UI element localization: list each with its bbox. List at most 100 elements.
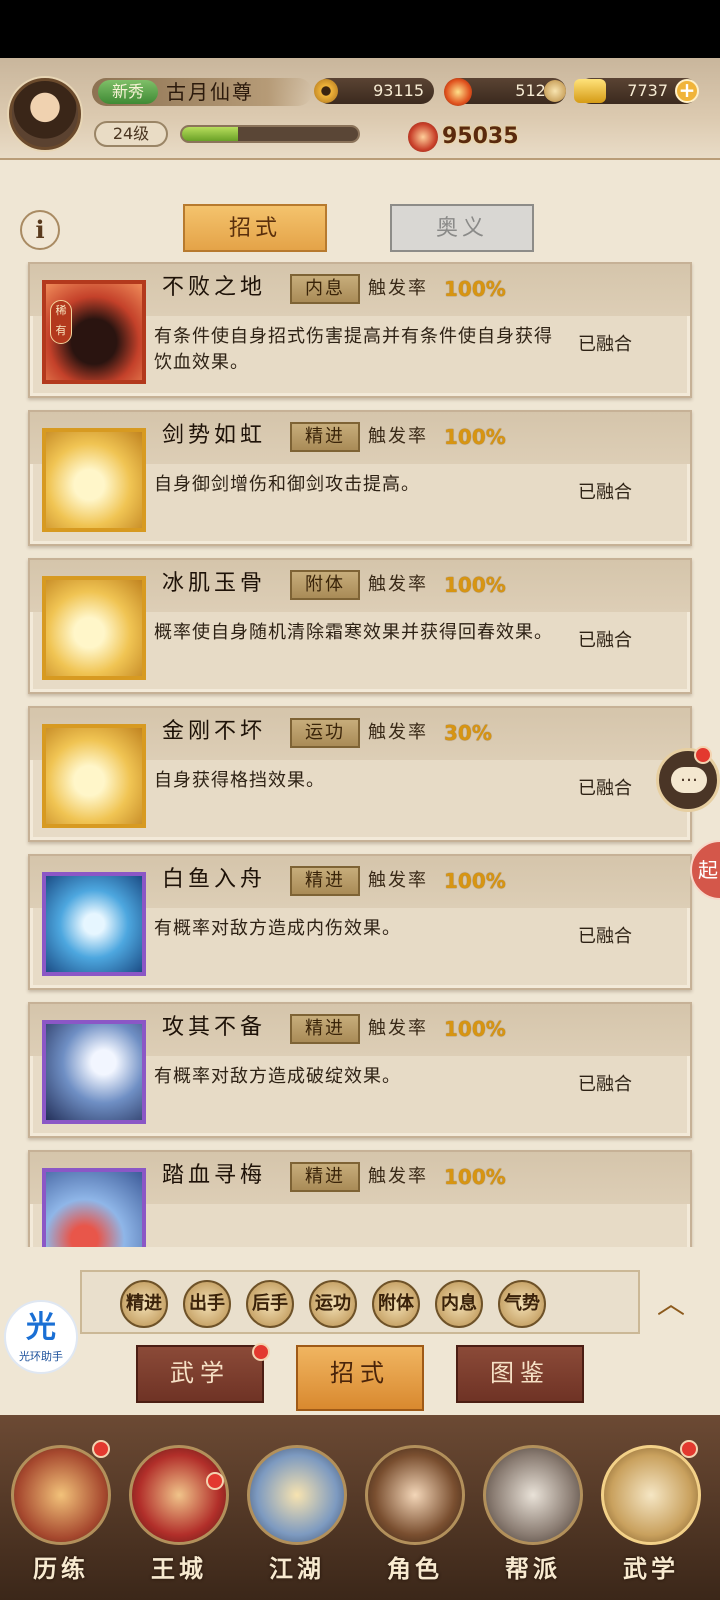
skill-name: 金刚不坏 bbox=[162, 719, 267, 744]
skill-type-tag: 内息 bbox=[290, 274, 360, 304]
fusion-status: 已融合 bbox=[578, 926, 632, 947]
guild-icon bbox=[483, 1445, 583, 1545]
skill-icon bbox=[42, 724, 146, 828]
power-icon bbox=[408, 122, 438, 152]
skill-icon bbox=[42, 576, 146, 680]
fusion-status: 已融合 bbox=[578, 334, 632, 355]
skill-card[interactable]: 金刚不坏 运功 触发率 30% 自身获得格挡效果。 已融合 bbox=[28, 706, 692, 842]
nav-label: 武学 bbox=[623, 1555, 679, 1583]
subtab-martial[interactable]: 武学 bbox=[136, 1345, 264, 1403]
trigger-label: 触发率 bbox=[368, 1166, 428, 1187]
nav-label: 帮派 bbox=[505, 1555, 561, 1583]
rarity-mark: 稀有 bbox=[50, 300, 72, 344]
skill-card[interactable]: 冰肌玉骨 附体 触发率 100% 概率使自身随机清除霜寒效果并获得回春效果。 已… bbox=[28, 558, 692, 694]
filter-jingjin[interactable]: 精进 bbox=[120, 1280, 168, 1328]
fusion-status: 已融合 bbox=[578, 482, 632, 503]
skill-name: 不败之地 bbox=[162, 275, 267, 300]
skill-icon bbox=[42, 1168, 146, 1247]
subtab-codex[interactable]: 图鉴 bbox=[456, 1345, 584, 1403]
skill-name: 剑势如虹 bbox=[162, 423, 267, 448]
filter-qishi[interactable]: 气势 bbox=[498, 1280, 546, 1328]
skill-type-tag: 运功 bbox=[290, 718, 360, 748]
trigger-rate: 100% bbox=[444, 573, 506, 597]
skill-card[interactable]: 攻其不备 精进 触发率 100% 有概率对敌方造成破绽效果。 已融合 bbox=[28, 1002, 692, 1138]
skill-list[interactable]: 稀有 不败之地 内息 触发率 100% 有条件使自身招式伤害提高并有条件使自身获… bbox=[0, 262, 720, 1247]
status-bar bbox=[0, 0, 720, 58]
fusion-status: 已融合 bbox=[578, 778, 632, 799]
nav-item-character[interactable]: 角色 bbox=[358, 1425, 472, 1595]
royal-city-icon bbox=[129, 1445, 229, 1545]
skill-type-tag: 精进 bbox=[290, 422, 360, 452]
expand-chevron-up-icon[interactable]: ︿ bbox=[647, 1280, 695, 1328]
nav-notification-dot bbox=[206, 1472, 224, 1490]
xp-bar-fill bbox=[182, 127, 239, 141]
subtab-notification-dot bbox=[252, 1343, 270, 1361]
nav-item-royal-city[interactable]: 王城 bbox=[122, 1425, 236, 1595]
trigger-rate: 100% bbox=[444, 425, 506, 449]
filter-neixi[interactable]: 内息 bbox=[435, 1280, 483, 1328]
skill-description: 概率使自身随机清除霜寒效果并获得回春效果。 bbox=[154, 622, 553, 643]
tab-secrets[interactable]: 奥义 bbox=[390, 204, 534, 252]
nav-label: 江湖 bbox=[269, 1555, 325, 1583]
trigger-label: 触发率 bbox=[368, 722, 428, 743]
filter-houshou[interactable]: 后手 bbox=[246, 1280, 294, 1328]
add-gold-plus-icon[interactable]: + bbox=[675, 79, 699, 103]
martial-arts-scroll-icon bbox=[601, 1445, 701, 1545]
skill-icon bbox=[42, 428, 146, 532]
skill-type-tag: 附体 bbox=[290, 570, 360, 600]
trigger-label: 触发率 bbox=[368, 426, 428, 447]
jianghu-icon bbox=[247, 1445, 347, 1545]
skill-icon: 稀有 bbox=[42, 280, 146, 384]
nav-label: 王城 bbox=[151, 1555, 207, 1583]
gold-value: 7737 bbox=[627, 81, 668, 100]
player-name: 古月仙尊 bbox=[166, 80, 254, 104]
helper-app-button[interactable]: 光 光环助手 bbox=[4, 1300, 78, 1374]
gold-ingot-icon bbox=[574, 79, 606, 103]
player-avatar[interactable] bbox=[9, 78, 81, 150]
nav-item-jianghu[interactable]: 江湖 bbox=[240, 1425, 354, 1595]
trigger-rate: 30% bbox=[444, 721, 492, 745]
xp-bar bbox=[180, 125, 360, 143]
skill-name: 攻其不备 bbox=[162, 1015, 267, 1040]
helper-logo-icon: 光 bbox=[26, 1310, 56, 1345]
coin-icon bbox=[314, 79, 338, 103]
filter-futi[interactable]: 附体 bbox=[372, 1280, 420, 1328]
skill-icon bbox=[42, 1020, 146, 1124]
nav-notification-dot bbox=[92, 1440, 110, 1458]
skill-card[interactable]: 稀有 不败之地 内息 触发率 100% 有条件使自身招式伤害提高并有条件使自身获… bbox=[28, 262, 692, 398]
skill-type-tag: 精进 bbox=[290, 1162, 360, 1192]
trigger-label: 触发率 bbox=[368, 574, 428, 595]
nav-label: 历练 bbox=[33, 1555, 89, 1583]
skill-card[interactable]: 剑势如虹 精进 触发率 100% 自身御剑增伤和御剑攻击提高。 已融合 bbox=[28, 410, 692, 546]
skill-description: 自身获得格挡效果。 bbox=[154, 770, 325, 791]
coins-value: 93115 bbox=[373, 81, 424, 100]
fusion-status: 已融合 bbox=[578, 1074, 632, 1095]
info-button[interactable]: i bbox=[20, 210, 60, 250]
skill-icon bbox=[42, 872, 146, 976]
filter-chushou[interactable]: 出手 bbox=[183, 1280, 231, 1328]
character-icon bbox=[365, 1445, 465, 1545]
skill-card[interactable]: 踏血寻梅 精进 触发率 100% bbox=[28, 1150, 692, 1247]
type-filter-bar: 精进 出手 后手 运功 附体 内息 气势 ︿ bbox=[80, 1270, 685, 1334]
trigger-rate: 100% bbox=[444, 1165, 506, 1189]
nav-item-guild[interactable]: 帮派 bbox=[476, 1425, 590, 1595]
skill-name: 白鱼入舟 bbox=[162, 867, 267, 892]
nav-label: 角色 bbox=[387, 1555, 443, 1583]
skill-description: 有条件使自身招式伤害提高并有条件使自身获得饮血效果。 bbox=[154, 326, 553, 373]
skill-card[interactable]: 白鱼入舟 精进 触发率 100% 有概率对敌方造成内伤效果。 已融合 bbox=[28, 854, 692, 990]
filter-yungong[interactable]: 运功 bbox=[309, 1280, 357, 1328]
trigger-label: 触发率 bbox=[368, 278, 428, 299]
nav-notification-dot bbox=[680, 1440, 698, 1458]
trigger-rate: 100% bbox=[444, 1017, 506, 1041]
tab-moves[interactable]: 招式 bbox=[183, 204, 327, 252]
level-badge: 24级 bbox=[94, 121, 168, 147]
subtab-moves[interactable]: 招式 bbox=[296, 1345, 424, 1411]
fusion-status: 已融合 bbox=[578, 630, 632, 651]
rank-badge: 新秀 bbox=[98, 80, 158, 104]
skill-name: 冰肌玉骨 bbox=[162, 571, 267, 596]
trigger-rate: 100% bbox=[444, 869, 506, 893]
fire-icon bbox=[444, 78, 472, 106]
skill-description: 自身御剑增伤和御剑攻击提高。 bbox=[154, 474, 420, 495]
trigger-label: 触发率 bbox=[368, 1018, 428, 1039]
chat-notification-dot bbox=[694, 746, 712, 764]
